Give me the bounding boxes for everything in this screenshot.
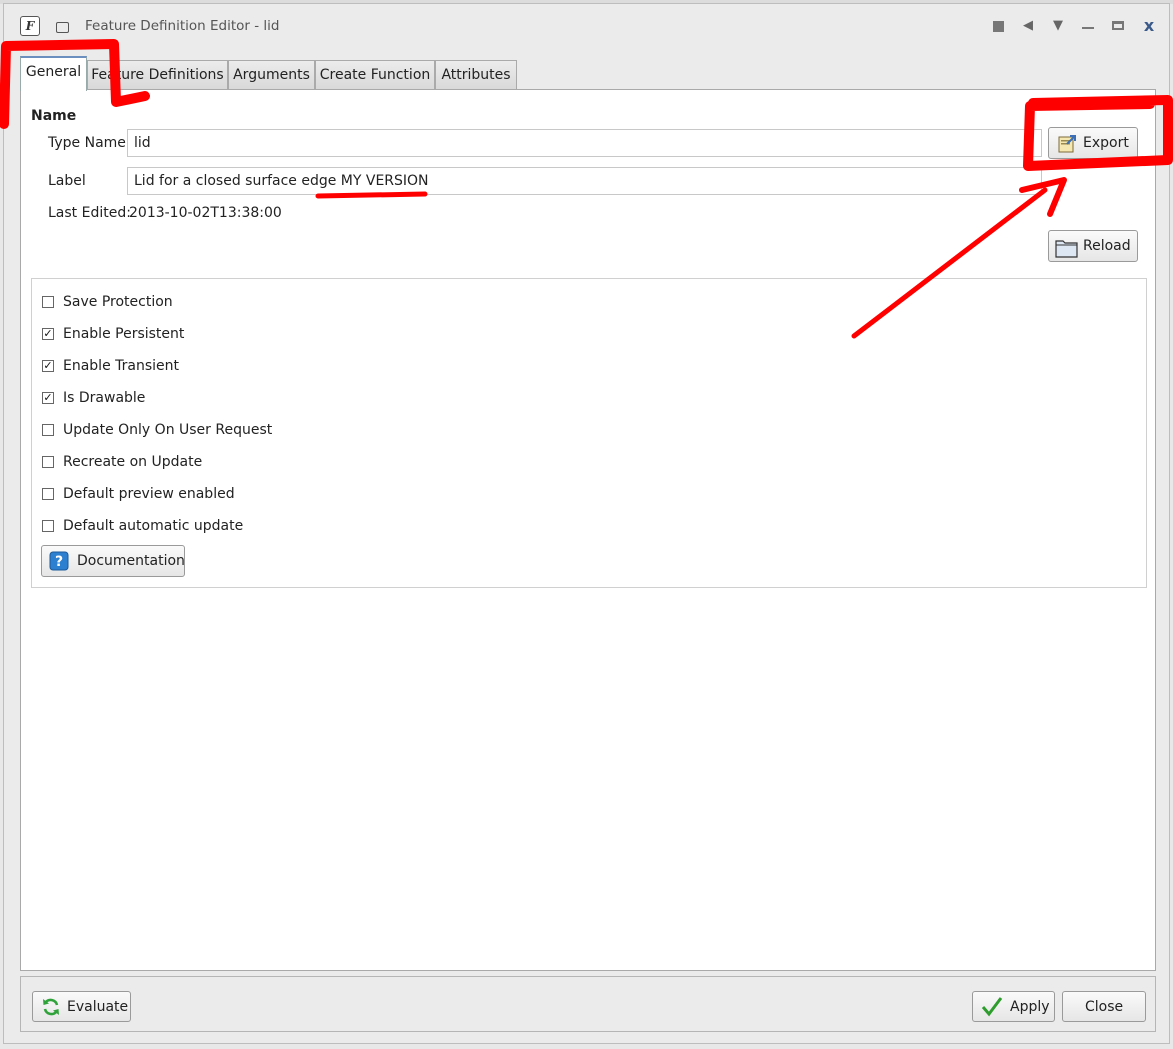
window-menu-icon[interactable] xyxy=(56,22,69,33)
option-label: Default preview enabled xyxy=(63,486,235,502)
option-label: Update Only On User Request xyxy=(63,422,273,438)
close-window-icon[interactable]: x xyxy=(1141,18,1157,34)
checkbox-checked[interactable]: ✓ xyxy=(42,328,54,340)
last-edited-value: 2013-10-02T13:38:00 xyxy=(129,205,282,221)
refresh-icon xyxy=(41,997,61,1021)
tab-create-function[interactable]: Create Function xyxy=(315,60,435,90)
tab-feature-definitions[interactable]: Feature Definitions xyxy=(87,60,228,90)
tab-attributes[interactable]: Attributes xyxy=(435,60,517,90)
option-label: Enable Persistent xyxy=(63,326,185,342)
reload-button[interactable]: Reload xyxy=(1048,230,1138,262)
minimize-icon[interactable] xyxy=(1080,18,1096,34)
window-title: Feature Definition Editor - lid xyxy=(85,18,280,34)
folder-icon xyxy=(1055,237,1079,263)
close-button-label: Close xyxy=(1085,999,1124,1015)
stop-icon[interactable] xyxy=(990,18,1006,34)
help-icon: ? xyxy=(49,551,69,575)
svg-text:?: ? xyxy=(55,554,63,570)
bottom-button-bar: Evaluate Apply Close xyxy=(20,976,1156,1032)
documentation-button[interactable]: ? Documentation xyxy=(41,545,185,577)
dropdown-arrow-icon[interactable]: ▼ xyxy=(1050,18,1066,34)
reload-button-label: Reload xyxy=(1083,238,1131,254)
options-group: Save Protection ✓ Enable Persistent ✓ En… xyxy=(31,278,1147,588)
apply-button-label: Apply xyxy=(1010,999,1050,1015)
option-label: Enable Transient xyxy=(63,358,179,374)
last-edited-label: Last Edited: xyxy=(48,205,131,221)
checkbox[interactable] xyxy=(42,296,54,308)
checkbox-checked[interactable]: ✓ xyxy=(42,360,54,372)
checkbox[interactable] xyxy=(42,456,54,468)
checkbox[interactable] xyxy=(42,488,54,500)
label-input[interactable] xyxy=(127,167,1042,195)
checkmark-icon xyxy=(981,995,1003,1021)
option-label: Recreate on Update xyxy=(63,454,203,470)
tab-general[interactable]: General xyxy=(20,56,87,91)
title-bar: F Feature Definition Editor - lid ◀ ▼ x xyxy=(4,4,1169,48)
close-button[interactable]: Close xyxy=(1062,991,1146,1022)
type-name-label: Type Name xyxy=(48,135,126,151)
back-arrow-icon[interactable]: ◀ xyxy=(1020,18,1036,34)
export-button[interactable]: Export xyxy=(1048,127,1138,159)
maximize-icon[interactable] xyxy=(1110,18,1126,34)
option-label: Is Drawable xyxy=(63,390,146,406)
checkbox[interactable] xyxy=(42,424,54,436)
export-button-label: Export xyxy=(1083,135,1129,151)
checkbox-checked[interactable]: ✓ xyxy=(42,392,54,404)
documentation-button-label: Documentation xyxy=(77,553,185,569)
evaluate-button-label: Evaluate xyxy=(67,999,129,1015)
label-label: Label xyxy=(48,173,86,189)
checkbox[interactable] xyxy=(42,520,54,532)
option-label: Default automatic update xyxy=(63,518,244,534)
export-icon xyxy=(1057,134,1077,158)
tab-arguments[interactable]: Arguments xyxy=(228,60,315,90)
app-icon: F xyxy=(20,16,40,36)
feature-definition-editor-window: F Feature Definition Editor - lid ◀ ▼ x … xyxy=(3,3,1170,1044)
type-name-input[interactable] xyxy=(127,129,1042,157)
evaluate-button[interactable]: Evaluate xyxy=(32,991,131,1022)
name-section-title: Name xyxy=(31,108,77,124)
general-tab-panel: Name Type Name Label Last Edited: 2013-1… xyxy=(20,89,1156,971)
apply-button[interactable]: Apply xyxy=(972,991,1055,1022)
option-label: Save Protection xyxy=(63,294,173,310)
